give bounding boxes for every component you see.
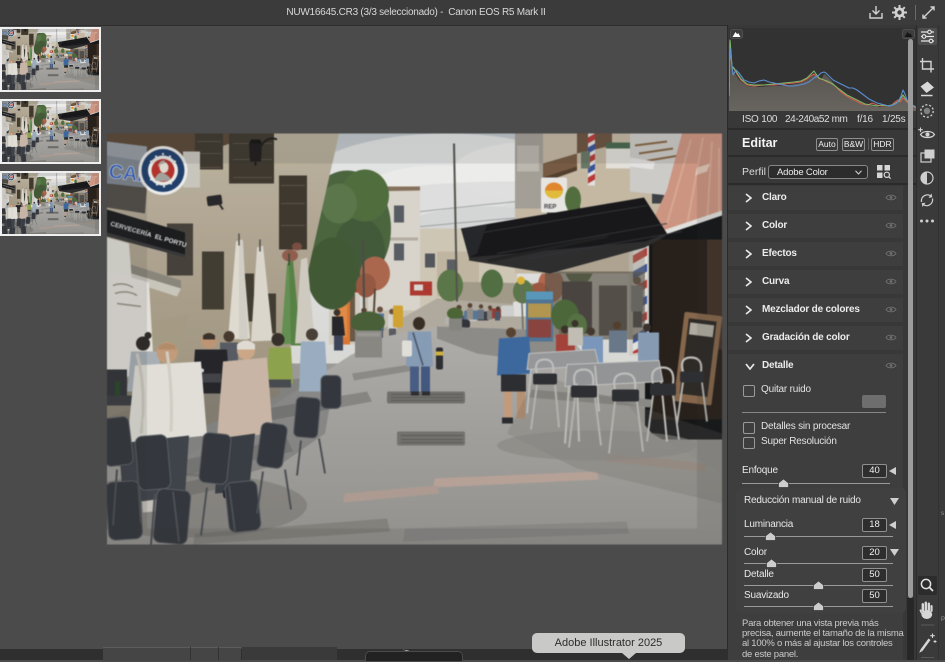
svg-text:s: s bbox=[941, 511, 944, 517]
svg-text:P: P bbox=[941, 617, 945, 623]
